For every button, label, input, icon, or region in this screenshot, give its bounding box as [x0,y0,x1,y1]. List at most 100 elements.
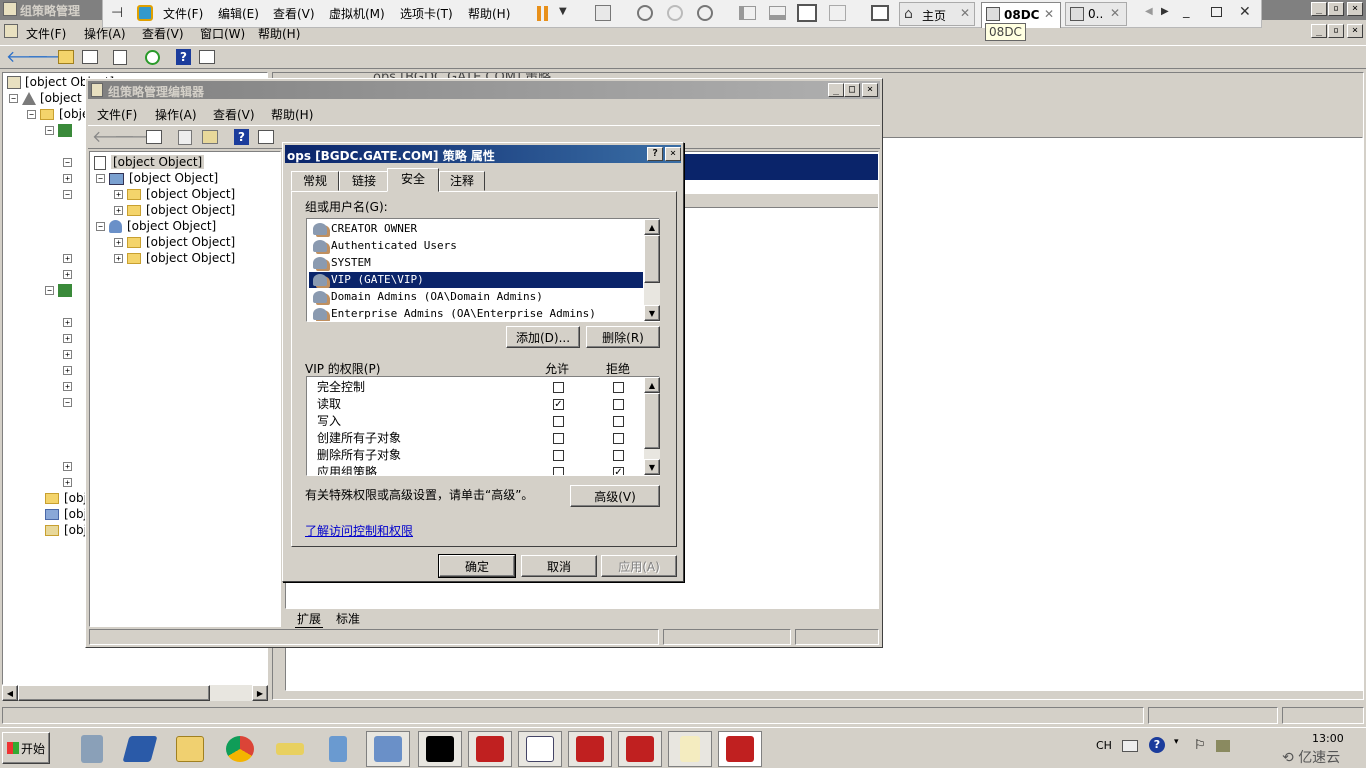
console-icon[interactable] [258,130,274,144]
collapse-icon[interactable]: − [27,110,36,119]
scroll-thumb[interactable] [18,685,210,701]
deny-checkbox[interactable]: ✓ [613,467,624,475]
toolbox-icon[interactable] [718,731,762,767]
expand-icon[interactable]: + [114,206,123,215]
cancel-button[interactable]: 取消 [521,555,597,577]
network-tray-icon[interactable] [1216,740,1230,752]
refresh-icon[interactable] [145,50,160,65]
gpmc-tree-node[interactable]: − [63,394,76,410]
gpmc-tree-node[interactable]: + [63,474,76,490]
allow-checkbox[interactable] [553,416,564,427]
gpme-menu-view[interactable]: 查看(V) [213,106,255,123]
expand-icon[interactable]: + [63,270,72,279]
network-icon[interactable] [316,731,360,767]
expand-icon[interactable]: + [63,478,72,487]
vm-power-icon[interactable] [137,5,153,21]
gpmc-tree-domain-node[interactable]: − [45,122,72,138]
gpme-tree-user-preferences[interactable]: + [object Object] [114,250,235,266]
vm-menu-tabs[interactable]: 选项卡(T) [400,0,453,28]
fullscreen-icon[interactable] [797,4,817,22]
gpmc-tree-node[interactable]: + [63,266,76,282]
gpme-maximize-button[interactable]: □ [844,83,860,97]
collapse-icon[interactable]: − [63,398,72,407]
gpmc-restore-button[interactable]: ▫ [1328,2,1344,16]
toolbox-icon[interactable] [568,731,612,767]
user-list-item[interactable]: CREATOR OWNER [309,221,643,237]
expand-icon[interactable]: + [63,382,72,391]
collapse-icon[interactable]: − [96,174,105,183]
gpme-tree-root[interactable]: [object Object] [94,154,205,170]
expand-icon[interactable]: + [63,334,72,343]
gpme-minimize-button[interactable]: _ [828,83,844,97]
user-list-item[interactable]: Domain Admins (OA\Domain Admins) [309,289,643,305]
properties-icon[interactable] [113,50,127,65]
gpmc-child-minimize-button[interactable]: _ [1311,24,1327,38]
snapshot-manager-icon[interactable] [697,5,713,21]
books-icon[interactable] [268,731,312,767]
expand-icon[interactable]: + [63,366,72,375]
gpmc-tree-hscrollbar[interactable]: ◀ ▶ [2,685,268,701]
expand-icon[interactable]: + [63,318,72,327]
start-button[interactable]: 开始 [2,732,50,764]
close-icon[interactable]: ✕ [1110,6,1120,20]
gpmc-tree-node[interactable]: + [63,362,76,378]
document-icon[interactable] [668,731,712,767]
gpme-tree-computer-preferences[interactable]: + [object Object] [114,202,235,218]
expand-icon[interactable]: + [63,462,72,471]
allow-checkbox[interactable] [553,433,564,444]
tab-links[interactable]: 链接 [339,171,389,191]
scroll-right-button[interactable]: ▶ [252,685,268,701]
user-list-item[interactable]: VIP (GATE\VIP) [309,272,643,288]
show-tree-icon[interactable] [146,130,162,144]
vm-minimize-icon[interactable]: _ [1183,4,1190,19]
tray-expand-icon[interactable]: ▾ [1174,737,1179,747]
collapse-icon[interactable]: − [63,190,72,199]
tab-scroll-right-icon[interactable]: ▶ [1161,6,1169,17]
help-icon[interactable]: ? [176,49,191,65]
remote-desktop-icon[interactable] [366,731,410,767]
snapshot-icon[interactable] [637,5,653,21]
access-control-link[interactable]: 了解访问控制和权限 [305,522,413,539]
toolbox-icon[interactable] [618,731,662,767]
scroll-up-button[interactable]: ▲ [644,219,660,235]
clock[interactable]: 13:00 [1312,732,1344,745]
deny-checkbox[interactable] [613,433,624,444]
ok-button[interactable]: 确定 [438,554,516,578]
gpme-menu-file[interactable]: 文件(F) [97,106,137,123]
revert-snapshot-icon[interactable] [667,5,683,21]
notepad-icon[interactable] [518,731,562,767]
expand-icon[interactable]: + [63,254,72,263]
pin-icon[interactable]: ⊣ [111,5,123,21]
user-list-item[interactable]: SYSTEM [309,255,643,271]
gpme-tree-user-config[interactable]: − [object Object] [96,218,216,234]
vm-close-icon[interactable]: ✕ [1239,4,1251,20]
powershell-icon[interactable] [118,731,162,767]
console-view-icon[interactable] [871,5,889,21]
language-indicator[interactable]: CH [1096,739,1112,752]
tab-home[interactable]: ⌂ 主页 ✕ [899,2,975,26]
user-list-item[interactable]: Enterprise Admins (OA\Enterprise Admins) [309,306,643,321]
gpmc-minimize-button[interactable]: _ [1311,2,1327,16]
scroll-left-button[interactable]: ◀ [2,685,18,701]
gpme-menu-help[interactable]: 帮助(H) [271,106,313,123]
gpmc-tree-node[interactable]: − [63,186,76,202]
allow-checkbox[interactable] [553,450,564,461]
vm-menu-view[interactable]: 查看(V) [273,0,315,28]
gpmc-menu-file[interactable]: 文件(F) [26,25,66,42]
send-keys-icon[interactable] [595,5,611,21]
vm-restore-icon[interactable] [1211,7,1222,17]
gpmc-child-close-button[interactable]: × [1347,24,1363,38]
properties-icon[interactable] [178,130,192,145]
tab-standard[interactable]: 标准 [334,610,362,627]
users-vscrollbar[interactable]: ▲ ▼ [644,219,660,321]
expand-icon[interactable]: + [63,174,72,183]
add-button[interactable]: 添加(D)... [506,326,580,348]
tab-security[interactable]: 安全 [387,168,439,192]
expand-icon[interactable]: + [63,350,72,359]
tab-scroll-left-icon[interactable]: ◀ [1145,6,1153,17]
collapse-icon[interactable]: − [45,286,54,295]
users-listbox[interactable]: CREATOR OWNER Authenticated Users SYSTEM VI… [306,218,660,322]
show-tree-icon[interactable] [82,50,98,64]
dialog-close-button[interactable]: × [665,147,681,161]
gpmc-tree-node[interactable]: + [63,170,76,186]
